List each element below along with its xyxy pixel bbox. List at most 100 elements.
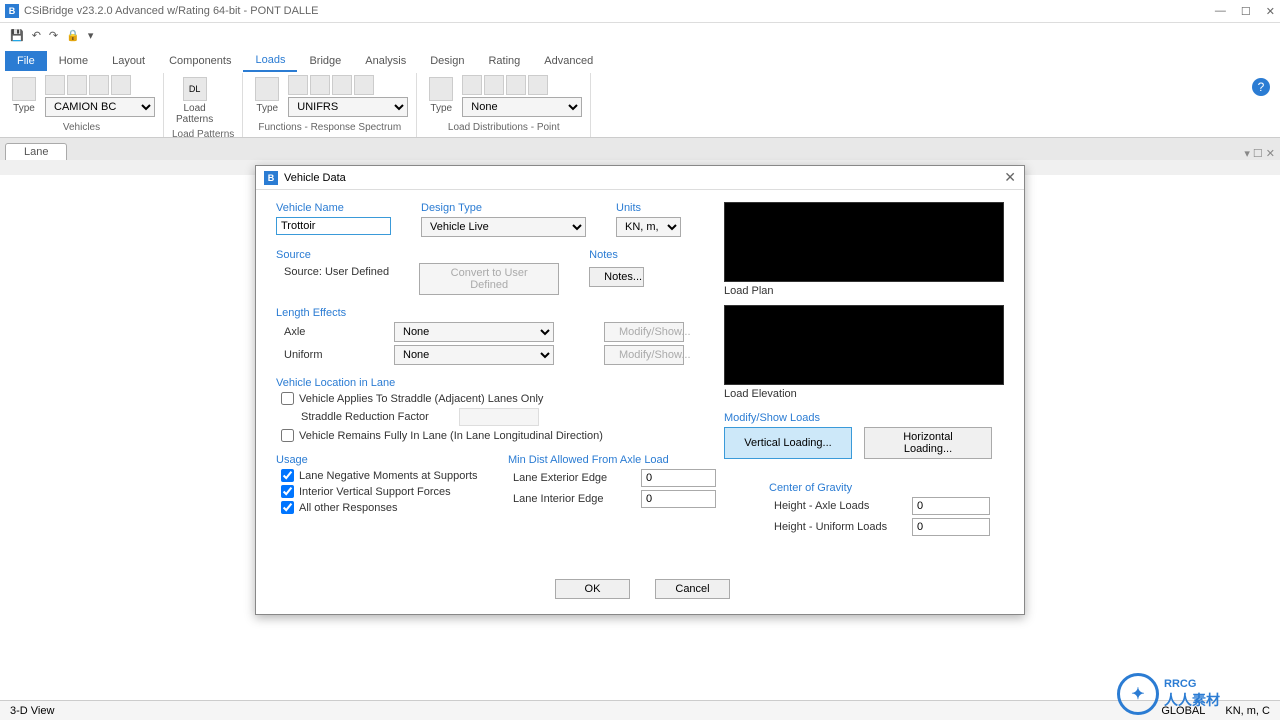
usage-other-checkbox[interactable] [281,501,294,514]
load-plan-preview [724,202,1004,282]
length-effects-label: Length Effects [276,307,716,319]
vehicle-data-dialog: B Vehicle Data ✕ Vehicle Name Design Typ… [255,165,1025,615]
menu-analysis[interactable]: Analysis [353,51,418,71]
minimize-button[interactable]: — [1215,5,1226,18]
quick-access-toolbar: 💾 ↶ ↷ 🔒 ▾ [0,23,1280,48]
load-patterns-button[interactable]: DL Load Patterns [172,75,217,127]
menu-bridge[interactable]: Bridge [297,51,353,71]
units-label: Units [616,202,681,214]
units-select[interactable]: KN, m, C [616,217,681,237]
dist-tool-3-icon[interactable] [506,75,526,95]
usage-other-label: All other Responses [299,502,397,514]
dist-tool-4-icon[interactable] [528,75,548,95]
function-tool-3-icon[interactable] [332,75,352,95]
vehicle-name-input[interactable] [276,217,391,235]
type-function-button[interactable]: Type [251,75,283,116]
save-icon[interactable]: 💾 [10,29,24,42]
type-dist-button[interactable]: Type [425,75,457,116]
function-tool-2-icon[interactable] [310,75,330,95]
help-icon[interactable]: ? [1252,78,1270,96]
usage-neg-label: Lane Negative Moments at Supports [299,470,478,482]
vehicle-tool-4-icon[interactable] [111,75,131,95]
location-label: Vehicle Location in Lane [276,377,716,389]
height-uni-label: Height - Uniform Loads [774,521,904,533]
menu-loads[interactable]: Loads [243,50,297,72]
height-uni-input[interactable] [912,518,990,536]
tab-restore-icon[interactable]: ☐ [1253,147,1263,160]
menubar: File Home Layout Components Loads Bridge… [0,48,1280,73]
app-title: CSiBridge v23.2.0 Advanced w/Rating 64-b… [24,5,319,17]
vertical-loading-button[interactable]: Vertical Loading... [724,427,852,459]
remains-checkbox[interactable] [281,429,294,442]
dist-tool-2-icon[interactable] [484,75,504,95]
function-tool-1-icon[interactable] [288,75,308,95]
notes-button[interactable]: Notes... [589,267,644,287]
uniform-modify-button: Modify/Show... [604,345,684,365]
usage-neg-checkbox[interactable] [281,469,294,482]
statusbar: 3-D View GLOBAL KN, m, C [0,700,1280,720]
function-tool-4-icon[interactable] [354,75,374,95]
vehicle-name-label: Vehicle Name [276,202,391,214]
vehicles-combo[interactable]: CAMION BC [45,97,155,117]
status-units[interactable]: KN, m, C [1225,705,1270,717]
cog-label: Center of Gravity [769,482,999,494]
menu-design[interactable]: Design [418,51,476,71]
functions-combo[interactable]: UNIFRS [288,97,408,117]
load-patterns-group-label: Load Patterns [172,127,234,142]
height-axle-label: Height - Axle Loads [774,500,904,512]
tab-dropdown-icon[interactable]: ▾ [1244,147,1250,160]
close-button[interactable]: ✕ [1266,5,1275,18]
straddle-factor-label: Straddle Reduction Factor [301,411,429,423]
menu-components[interactable]: Components [157,51,243,71]
qat-dropdown-icon[interactable]: ▾ [88,29,94,42]
ok-button[interactable]: OK [555,579,630,599]
menu-home[interactable]: Home [47,51,100,71]
lock-icon[interactable]: 🔒 [66,29,80,42]
uniform-select[interactable]: None [394,345,554,365]
dist-combo[interactable]: None [462,97,582,117]
redo-icon[interactable]: ↷ [49,29,58,42]
load-plan-label: Load Plan [724,285,1004,297]
tab-close-icon[interactable]: ✕ [1266,147,1275,160]
vehicles-group-label: Vehicles [8,120,155,135]
convert-button: Convert to User Defined [419,263,559,295]
lane-ext-input[interactable] [641,469,716,487]
vehicle-tool-3-icon[interactable] [89,75,109,95]
menu-rating[interactable]: Rating [476,51,532,71]
height-axle-input[interactable] [912,497,990,515]
vehicle-tool-1-icon[interactable] [45,75,65,95]
usage-label: Usage [276,454,493,466]
lane-int-label: Lane Interior Edge [513,493,633,505]
watermark-logo: ✦ RRCG 人人素材 [1117,673,1220,715]
modify-loads-label: Modify/Show Loads [724,412,1004,424]
min-dist-label: Min Dist Allowed From Axle Load [508,454,716,466]
dist-group-label: Load Distributions - Point [425,120,582,135]
dist-tool-1-icon[interactable] [462,75,482,95]
axle-select[interactable]: None [394,322,554,342]
maximize-button[interactable]: ☐ [1241,5,1251,18]
horizontal-loading-button[interactable]: Horizontal Loading... [864,427,992,459]
straddle-checkbox[interactable] [281,392,294,405]
axle-modify-button: Modify/Show... [604,322,684,342]
app-icon: B [5,4,19,18]
type-vehicle-button[interactable]: Type [8,75,40,116]
menu-advanced[interactable]: Advanced [532,51,605,71]
lane-int-input[interactable] [641,490,716,508]
vehicle-tool-2-icon[interactable] [67,75,87,95]
usage-int-checkbox[interactable] [281,485,294,498]
lane-ext-label: Lane Exterior Edge [513,472,633,484]
axle-label: Axle [284,326,344,338]
functions-group-label: Functions - Response Spectrum [251,120,408,135]
load-elevation-preview [724,305,1004,385]
load-elev-label: Load Elevation [724,388,1004,400]
tab-lane[interactable]: Lane [5,143,67,160]
cancel-button[interactable]: Cancel [655,579,730,599]
dialog-close-icon[interactable]: ✕ [1004,169,1016,186]
menu-file[interactable]: File [5,51,47,71]
status-view: 3-D View [10,705,54,717]
design-type-label: Design Type [421,202,586,214]
undo-icon[interactable]: ↶ [32,29,41,42]
design-type-select[interactable]: Vehicle Live [421,217,586,237]
ribbon: Type CAMION BC Vehicles DL Load Patterns… [0,73,1280,138]
menu-layout[interactable]: Layout [100,51,157,71]
